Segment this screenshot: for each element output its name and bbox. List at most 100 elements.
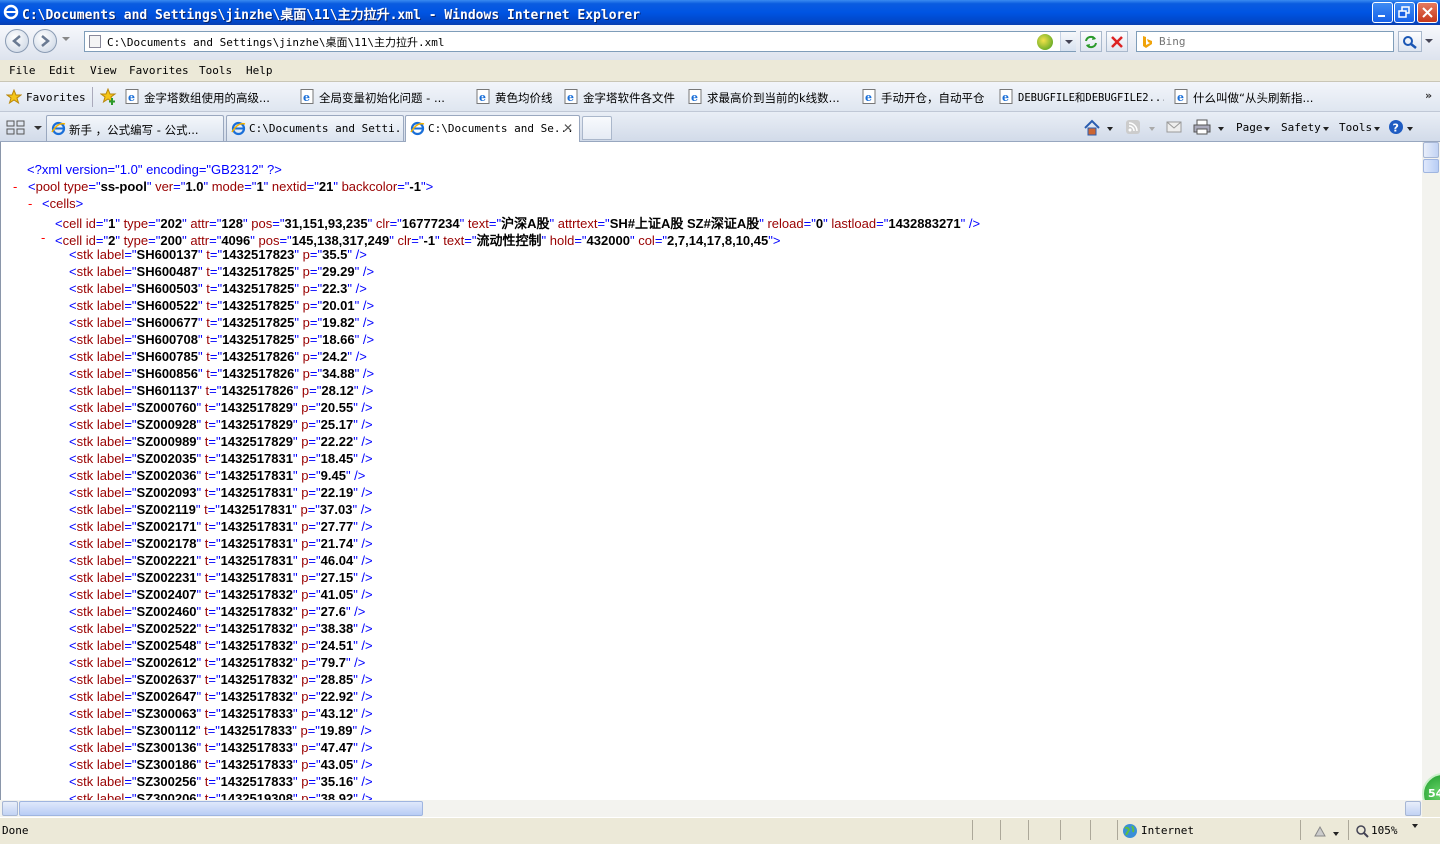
page-icon [89,35,101,48]
stk-row: <stk label="SZ002178" t="1432517831" p="… [69,536,373,551]
search-input[interactable] [1159,33,1389,50]
home-button[interactable] [1083,118,1115,138]
ie-page-icon: e [300,89,314,104]
tab-1[interactable]: 新手 ，公式编写 - 公式... [46,115,224,141]
menu-favorites[interactable]: Favorites [129,64,189,77]
fav-link-4[interactable]: e 金字塔软件各文件 [564,87,682,107]
stk-row: <stk label="SH600785" t="1432517826" p="… [69,349,367,364]
svg-text:e: e [567,91,574,104]
xml-declaration: <?xml version="1.0" encoding="GB2312" ?> [27,162,282,177]
menu-tools[interactable]: Tools [199,64,232,77]
tab-label: 新手 ，公式编写 - 公式... [69,123,199,137]
collapse-toggle[interactable]: - [13,179,17,194]
close-window-button[interactable] [1417,2,1438,23]
collapse-toggle[interactable]: - [41,230,45,245]
vertical-scrollbar[interactable] [1422,142,1440,800]
stk-row: <stk label="SH600856" t="1432517826" p="… [69,366,375,381]
add-to-favorites-bar-icon[interactable] [100,88,118,106]
mail-icon [1166,121,1182,133]
compatibility-view-icon[interactable] [1037,34,1053,50]
status-bar: Done Internet 105% [0,817,1440,844]
print-button[interactable] [1193,118,1227,138]
tools-menu-button[interactable]: Tools [1339,118,1383,138]
window-title: C:\Documents and Settings\jinzhe\桌面\11\主… [22,8,641,23]
fav-link-6[interactable]: e 手动开仓，自动平仓 [862,87,994,107]
scroll-left-button[interactable] [2,801,18,816]
forward-arrow-icon [41,35,50,47]
printer-icon [1193,119,1211,135]
quick-tabs-icon[interactable] [5,118,31,138]
svg-text:e: e [1177,91,1184,104]
stk-row: <stk label="SZ002612" t="1432517832" p="… [69,655,366,670]
restore-button[interactable] [1394,2,1415,23]
fav-link-3[interactable]: e 黄色均价线 [476,87,558,107]
refresh-button[interactable] [1080,31,1102,52]
tab-list-dropdown[interactable] [34,126,42,130]
bing-icon [1143,36,1152,48]
feeds-button[interactable] [1125,118,1161,138]
horizontal-scrollbar[interactable] [0,800,1422,817]
cell-element-1: <cell id="1" type="202" attr="128" pos="… [55,216,981,231]
tab-bar: 新手 ，公式编写 - 公式... C:\Documents and Setti.… [0,112,1440,142]
fav-link-1[interactable]: e 金字塔数组使用的高级... [125,87,285,107]
forward-button[interactable] [33,29,57,53]
more-favorites-chevron-icon[interactable]: » [1425,89,1432,102]
safety-menu-button[interactable]: Safety [1281,118,1331,138]
search-button[interactable] [1398,31,1422,52]
tab-3-active[interactable]: C:\Documents and Se... ✕ [405,115,580,142]
zoom-level-button[interactable]: 105% [1355,823,1419,843]
search-box[interactable] [1136,31,1394,52]
minimize-icon [1378,15,1385,17]
menu-help[interactable]: Help [246,64,273,77]
vertical-scroll-thumb[interactable] [1423,159,1439,173]
security-zone[interactable]: Internet [1122,823,1194,843]
fav-link-5[interactable]: e 求最高价到当前的k线数... [688,87,853,107]
address-dropdown-button[interactable] [1060,32,1076,51]
page-menu-button[interactable]: Page [1236,118,1274,138]
stop-button[interactable] [1106,31,1128,52]
ie-page-icon: e [476,89,490,104]
stk-row: <stk label="SZ000989" t="1432517829" p="… [69,434,373,449]
stk-row: <stk label="SZ002119" t="1432517831" p="… [69,502,372,517]
pool-element: <pool type="ss-pool" ver="1.0" mode="1" … [28,179,434,194]
restore-icon [1398,6,1410,18]
menu-file[interactable]: File [9,64,36,77]
scroll-right-button[interactable] [1405,801,1421,816]
stk-row: <stk label="SZ300136" t="1432517833" p="… [69,740,373,755]
collapse-toggle[interactable]: - [28,196,32,211]
menu-view[interactable]: View [90,64,117,77]
stk-row: <stk label="SZ000760" t="1432517829" p="… [69,400,373,415]
fav-link-7[interactable]: e DEBUGFILE和DEBUGFILE2... [999,87,1164,107]
close-tab-icon[interactable]: ✕ [563,121,573,135]
zoom-icon [1356,825,1369,838]
stk-row: <stk label="SZ300206" t="1432519308" p="… [69,791,373,800]
fav-link-8[interactable]: e 什么叫做“从头刷新指... [1174,87,1339,107]
protected-mode-button[interactable] [1312,823,1342,843]
stop-icon [1111,36,1123,48]
horizontal-scroll-thumb[interactable] [19,801,423,816]
ie-logo-icon [3,4,19,20]
stk-row: <stk label="SZ002407" t="1432517832" p="… [69,587,373,602]
cells-element: <cells> [42,196,84,211]
ie-page-icon: e [999,89,1013,104]
ie-icon [231,121,246,136]
favorites-button[interactable]: Favorites [4,88,86,106]
tab-2[interactable]: C:\Documents and Setti... [226,115,404,141]
stk-row: <stk label="SZ300112" t="1432517833" p="… [69,723,372,738]
menu-edit[interactable]: Edit [49,64,76,77]
search-options-dropdown[interactable] [1425,39,1433,43]
ie-icon [51,121,66,136]
scroll-up-button[interactable] [1423,142,1439,158]
recent-pages-dropdown[interactable] [62,37,70,41]
read-mail-button[interactable] [1166,118,1186,138]
close-icon [1422,7,1433,18]
minimize-button[interactable] [1372,2,1393,23]
back-button[interactable] [5,29,29,53]
stk-row: <stk label="SH600487" t="1432517825" p="… [69,264,375,279]
help-button[interactable]: ? [1388,118,1416,138]
address-input[interactable] [107,33,1007,50]
address-bar[interactable] [84,31,1076,52]
fav-link-2[interactable]: e 全局变量初始化问题 - ... [300,87,465,107]
svg-text:?: ? [1393,122,1399,135]
new-tab-button[interactable] [582,116,612,140]
